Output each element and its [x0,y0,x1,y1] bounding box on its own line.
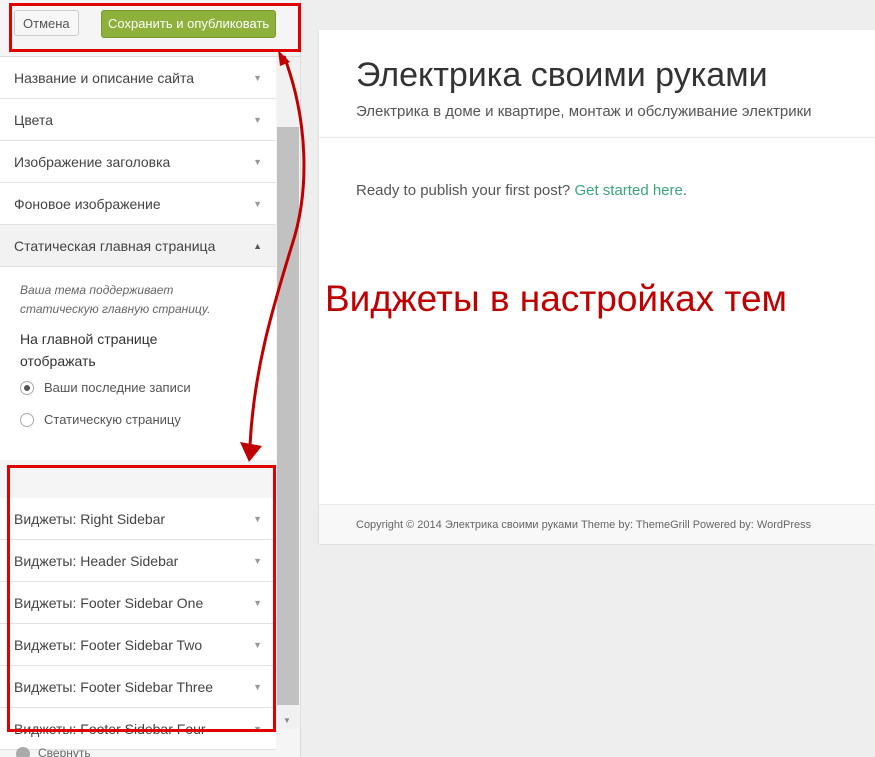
get-started-link[interactable]: Get started here [574,182,682,199]
sidebar-scrollbar-thumb[interactable] [277,127,299,705]
site-footer: Copyright © 2014 Электрика своими руками… [319,504,875,544]
radio-checked-icon[interactable] [20,381,34,395]
section-header-image[interactable]: Изображение заголовка ▼ [0,141,276,183]
collapse-label: Свернуть [38,746,91,757]
radio-unchecked-icon[interactable] [20,413,34,427]
radio-label: Ваши последние записи [44,380,191,395]
collapse-icon [16,746,30,757]
publish-text: Ready to publish your first post? [356,182,575,199]
publish-message: Ready to publish your first post? Get st… [356,182,687,199]
highlight-box-widgets [7,465,276,732]
radio-latest-posts[interactable]: Ваши последние записи [20,372,258,404]
section-label: Цвета [14,112,53,128]
header-divider [319,137,875,138]
section-static-front-page[interactable]: Статическая главная страница ▲ [0,225,276,267]
chevron-down-icon: ▼ [253,157,262,167]
section-label: Статическая главная страница [14,238,216,254]
section-colors[interactable]: Цвета ▼ [0,99,276,141]
section-label: Название и описание сайта [14,70,195,86]
collapse-button[interactable]: Свернуть [16,746,91,757]
chevron-down-icon: ▼ [253,115,262,125]
chevron-up-icon: ▲ [253,241,262,251]
section-site-title[interactable]: Название и описание сайта ▼ [0,57,276,99]
section-label: Изображение заголовка [14,154,171,170]
radio-label: Статическую страницу [44,412,181,427]
footer-text: Copyright © 2014 Электрика своими руками… [356,519,812,531]
publish-end: . [682,182,688,199]
theme-support-description: Ваша тема поддерживает статическую главн… [20,283,211,316]
annotation-caption: Виджеты в настройках тем [325,278,787,319]
site-title[interactable]: Электрика своими руками [356,56,768,95]
section-background-image[interactable]: Фоновое изображение ▼ [0,183,276,225]
site-description: Электрика в доме и квартире, монтаж и об… [356,103,812,120]
chevron-down-icon: ▼ [253,199,262,209]
static-front-page-body: Ваша тема поддерживает статическую главн… [0,267,276,460]
front-page-display-heading: На главной странице отображать [20,331,158,369]
section-label: Фоновое изображение [14,196,161,212]
chevron-down-icon: ▼ [253,73,262,83]
radio-static-page[interactable]: Статическую страницу [20,404,258,436]
scroll-down-arrow-icon[interactable]: ▼ [283,716,291,725]
highlight-box-buttons [9,3,301,52]
